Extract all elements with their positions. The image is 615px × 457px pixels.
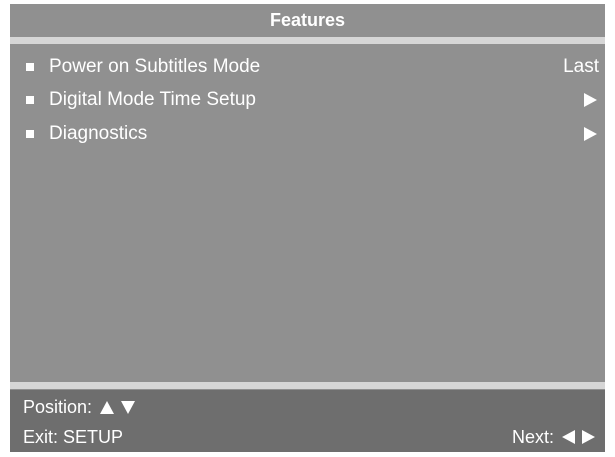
- position-hint: Position:: [23, 396, 136, 418]
- arrow-up-icon: [100, 400, 115, 414]
- exit-label: Exit: SETUP: [23, 426, 124, 447]
- menu-item-diagnostics[interactable]: Diagnostics: [10, 117, 605, 151]
- bullet-icon: [26, 96, 34, 105]
- arrow-down-icon: [121, 400, 136, 414]
- arrow-right-icon: [584, 93, 597, 108]
- arrow-right-icon: [582, 430, 595, 444]
- menu-list: Power on Subtitles Mode Last Digital Mod…: [10, 50, 605, 151]
- exit-hint: Exit: SETUP: [23, 427, 123, 448]
- menu-title: Features: [269, 9, 346, 30]
- help-footer: Position: Exit: SETUP Next:: [10, 390, 605, 452]
- menu-item-digital-mode-time-setup[interactable]: Digital Mode Time Setup: [10, 84, 605, 118]
- footer-row-position: Position:: [10, 392, 605, 422]
- bullet-icon: [26, 129, 34, 138]
- menu-item-value: Last: [563, 55, 599, 77]
- next-label: Next:: [511, 426, 554, 447]
- position-label: Position:: [23, 396, 93, 417]
- menu-item-power-on-subtitles-mode[interactable]: Power on Subtitles Mode Last: [10, 50, 605, 84]
- top-divider: [10, 37, 605, 44]
- menu-item-label: Diagnostics: [49, 122, 148, 144]
- next-hint: Next:: [512, 427, 595, 448]
- osd-menu-screen: Features Power on Subtitles Mode Last Di…: [10, 4, 605, 452]
- menu-item-label: Power on Subtitles Mode: [49, 55, 261, 77]
- menu-item-label: Digital Mode Time Setup: [49, 89, 256, 111]
- arrow-left-icon: [562, 430, 575, 444]
- arrow-right-icon: [584, 126, 597, 141]
- bottom-divider: [10, 382, 605, 389]
- footer-row-exit-next: Exit: SETUP Next:: [10, 422, 605, 452]
- bullet-icon: [26, 62, 34, 71]
